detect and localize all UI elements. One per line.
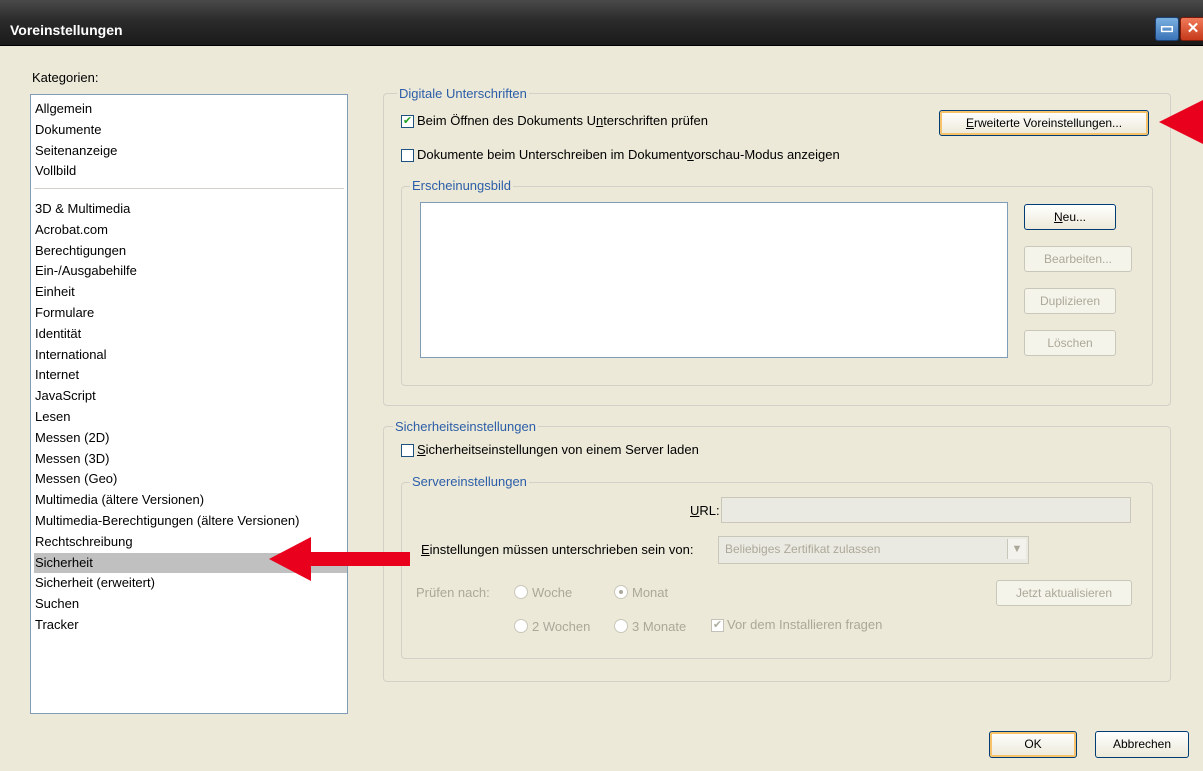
category-item[interactable]: Dokumente xyxy=(34,120,347,140)
category-item[interactable]: Allgemein xyxy=(34,99,347,119)
category-item[interactable]: Internet xyxy=(34,365,347,385)
advanced-preferences-button[interactable]: Erweiterte Voreinstellungen... xyxy=(939,110,1149,136)
digital-signatures-title: Digitale Unterschriften xyxy=(397,86,529,101)
category-item[interactable]: Tracker xyxy=(34,615,347,635)
ask-before-install-label[interactable]: Vor dem Installieren fragen xyxy=(727,617,882,632)
category-item[interactable]: Messen (3D) xyxy=(34,449,347,469)
category-item[interactable]: Multimedia (ältere Versionen) xyxy=(34,490,347,510)
duplicate-appearance-button[interactable]: Duplizieren xyxy=(1024,288,1116,314)
radio-three-months-label: 3 Monate xyxy=(632,619,687,634)
appearance-title: Erscheinungsbild xyxy=(410,178,514,193)
category-item[interactable]: Acrobat.com xyxy=(34,220,347,240)
category-list[interactable]: Allgemein Dokumente Seitenanzeige Vollbild 3… xyxy=(30,94,348,714)
new-appearance-button[interactable]: Neu... xyxy=(1024,204,1116,230)
categories-label: Kategorien: xyxy=(32,70,99,85)
edit-appearance-button[interactable]: Bearbeiten... xyxy=(1024,246,1132,272)
delete-appearance-button[interactable]: Löschen xyxy=(1024,330,1116,356)
category-item[interactable]: 3D & Multimedia xyxy=(34,199,347,219)
signed-by-dropdown[interactable]: Beliebiges Zertifikat zulassen ▼ xyxy=(718,536,1029,564)
category-item[interactable]: JavaScript xyxy=(34,386,347,406)
radio-week[interactable] xyxy=(514,585,528,599)
window-title: Voreinstellungen xyxy=(10,22,123,38)
check-interval-label: Prüfen nach: xyxy=(416,585,490,600)
radio-two-weeks[interactable] xyxy=(514,619,528,633)
category-item[interactable]: Identität xyxy=(34,324,347,344)
category-item[interactable]: Messen (2D) xyxy=(34,428,347,448)
category-item[interactable]: Messen (Geo) xyxy=(34,469,347,489)
close-button[interactable]: ✕ xyxy=(1180,17,1203,41)
category-item[interactable]: Multimedia-Berechtigungen (ältere Versio… xyxy=(34,511,347,531)
category-item[interactable]: Ein-/Ausgabehilfe xyxy=(34,261,347,281)
restore-icon: ▭ xyxy=(1159,20,1175,37)
close-icon: ✕ xyxy=(1186,20,1200,37)
category-item[interactable]: Lesen xyxy=(34,407,347,427)
category-item[interactable]: Vollbild xyxy=(34,161,347,181)
ok-button[interactable]: OK xyxy=(989,731,1077,758)
server-settings-title: Servereinstellungen xyxy=(410,474,529,489)
radio-month[interactable] xyxy=(614,585,628,599)
chevron-down-icon[interactable]: ▼ xyxy=(1007,539,1026,559)
security-settings-title: Sicherheitseinstellungen xyxy=(393,419,538,434)
restore-button[interactable]: ▭ xyxy=(1155,17,1179,41)
load-from-server-checkbox[interactable] xyxy=(401,444,414,457)
preview-mode-label[interactable]: Dokumente beim Unterschreiben im Dokumen… xyxy=(417,147,840,162)
category-item[interactable]: Einheit xyxy=(34,282,347,302)
category-item[interactable]: Suchen xyxy=(34,594,347,614)
category-item[interactable]: Seitenanzeige xyxy=(34,141,347,161)
radio-week-label: Woche xyxy=(532,585,573,600)
radio-month-label: Monat xyxy=(632,585,669,600)
cancel-button[interactable]: Abbrechen xyxy=(1095,731,1189,758)
appearance-list[interactable] xyxy=(420,202,1008,358)
title-bar: Voreinstellungen ▭ ✕ xyxy=(0,0,1203,46)
load-from-server-label[interactable]: Sicherheitseinstellungen von einem Serve… xyxy=(417,442,699,457)
category-item[interactable]: Formulare xyxy=(34,303,347,323)
radio-two-weeks-label: 2 Wochen xyxy=(532,619,591,634)
radio-three-months[interactable] xyxy=(614,619,628,633)
preview-mode-checkbox[interactable] xyxy=(401,149,414,162)
verify-on-open-label[interactable]: Beim Öffnen des Dokuments Unterschriften… xyxy=(417,113,708,128)
update-now-button[interactable]: Jetzt aktualisieren xyxy=(996,580,1132,606)
ask-before-install-checkbox[interactable]: ✔ xyxy=(711,619,724,632)
url-label: URL: xyxy=(690,503,720,518)
category-item[interactable]: Berechtigungen xyxy=(34,241,347,261)
category-separator xyxy=(34,188,344,189)
verify-on-open-checkbox[interactable]: ✔ xyxy=(401,115,414,128)
signed-by-label: Einstellungen müssen unterschrieben sein… xyxy=(421,542,694,557)
category-item[interactable]: International xyxy=(34,345,347,365)
url-input[interactable] xyxy=(721,497,1131,523)
signed-by-value: Beliebiges Zertifikat zulassen xyxy=(725,542,881,556)
